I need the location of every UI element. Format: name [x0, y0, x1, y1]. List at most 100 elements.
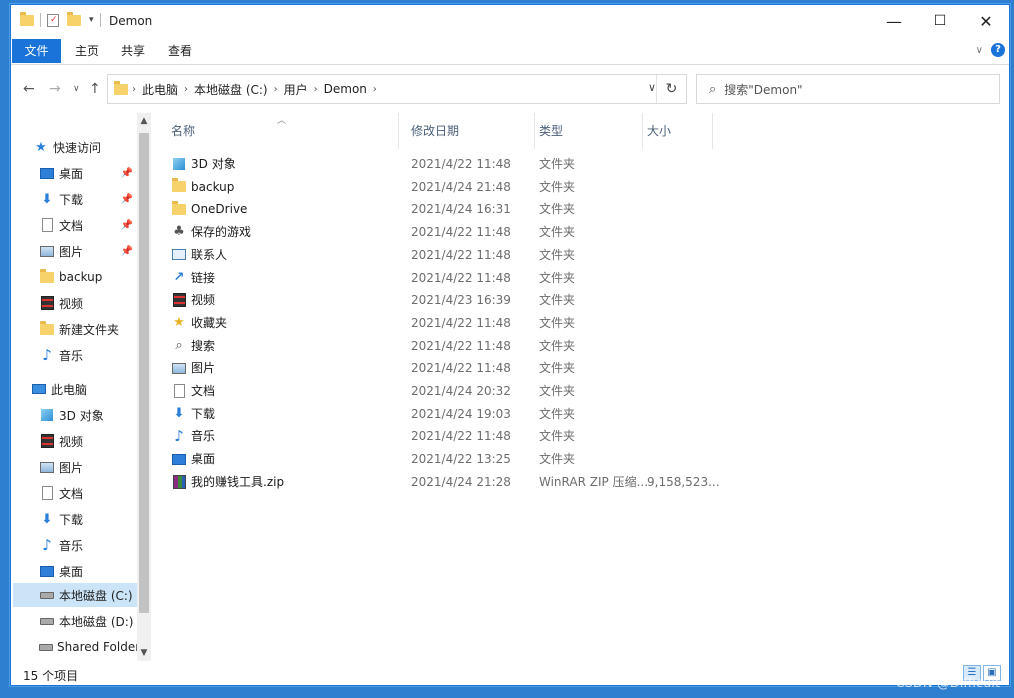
nav-item-pc-videos[interactable]: 视频 [39, 429, 137, 453]
file-row[interactable]: 图片 2021/4/22 11:48 文件夹 [167, 357, 727, 379]
file-modified-date: 2021/4/24 20:32 [411, 384, 511, 398]
maximize-button[interactable]: ☐ [917, 5, 963, 37]
file-name: 图片 [171, 357, 215, 379]
nav-item-pc-desktop[interactable]: 桌面 [39, 559, 137, 583]
properties-icon[interactable]: ✓ [47, 13, 59, 27]
document-icon [41, 218, 53, 232]
file-row[interactable]: 3D 对象 2021/4/22 11:48 文件夹 [167, 153, 727, 175]
pin-icon[interactable]: 📌 [121, 220, 133, 231]
new-folder-icon[interactable] [67, 11, 81, 26]
desktop-icon [172, 453, 186, 465]
nav-item-new-folder[interactable]: 新建文件夹 [39, 317, 137, 341]
file-name-text: 音乐 [191, 429, 216, 444]
breadcrumb-separator-icon[interactable]: › [373, 84, 377, 95]
column-header-type[interactable]: 类型 [535, 113, 643, 149]
file-row[interactable]: ♣ 保存的游戏 2021/4/22 11:48 文件夹 [167, 221, 727, 243]
file-row[interactable]: 桌面 2021/4/22 13:25 文件夹 [167, 448, 727, 470]
file-modified-date: 2021/4/22 11:48 [411, 247, 511, 262]
nav-item-label: 图片 [59, 244, 84, 259]
file-row[interactable]: ♪ 音乐 2021/4/22 11:48 文件夹 [167, 425, 727, 447]
scroll-up-icon[interactable]: ▲ [137, 113, 151, 129]
file-row[interactable]: OneDrive 2021/4/24 16:31 文件夹 [167, 198, 727, 220]
nav-item-pictures[interactable]: 图片 📌 [39, 239, 137, 263]
file-row[interactable]: 视频 2021/4/23 16:39 文件夹 [167, 289, 727, 311]
file-row[interactable]: ↗ 链接 2021/4/22 11:48 文件夹 [167, 267, 727, 289]
close-button[interactable]: ✕ [963, 5, 1009, 37]
nav-item-label: 视频 [59, 296, 84, 311]
file-modified-date: 2021/4/22 11:48 [411, 157, 511, 171]
file-row[interactable]: backup 2021/4/24 21:48 文件夹 [167, 176, 727, 198]
nav-item-label: 文档 [59, 486, 84, 501]
pin-icon[interactable]: 📌 [121, 168, 133, 179]
tab-view[interactable]: 查看 [156, 39, 204, 63]
pin-icon[interactable]: 📌 [121, 246, 133, 257]
nav-scrollbar[interactable]: ▲ ▼ [137, 113, 151, 661]
desktop-icon [40, 565, 54, 577]
nav-item-music[interactable]: ♪ 音乐 [39, 343, 137, 367]
file-modified-date: 2021/4/22 11:48 [411, 338, 511, 353]
breadcrumb-users[interactable]: 用户 [278, 81, 314, 98]
file-row[interactable]: ⌕ 搜索 2021/4/22 11:48 文件夹 [167, 335, 727, 357]
search-box[interactable]: ⌕ 搜索"Demon" [696, 74, 1000, 104]
nav-item-pc-documents[interactable]: 文档 [39, 481, 137, 505]
breadcrumb-this-pc[interactable]: 此电脑 [136, 81, 184, 98]
file-row[interactable]: ⬇ 下载 2021/4/24 19:03 文件夹 [167, 403, 727, 425]
nav-item-label: 本地磁盘 (C:) [59, 588, 133, 603]
help-icon[interactable]: ? [991, 43, 1005, 57]
window-controls: — ☐ ✕ [871, 5, 1009, 37]
nav-item-local-disk-c[interactable]: 本地磁盘 (C:) [13, 583, 137, 607]
nav-item-documents[interactable]: 文档 📌 [39, 213, 137, 237]
column-header-size[interactable]: 大小 [643, 113, 713, 149]
recent-locations-chevron-icon[interactable]: ∨ [73, 84, 80, 94]
nav-item-label: backup [59, 270, 103, 284]
computer-icon [32, 384, 46, 394]
breadcrumb-demon[interactable]: Demon [318, 82, 373, 96]
back-arrow-icon[interactable]: ← [23, 81, 35, 97]
file-row[interactable]: ★ 收藏夹 2021/4/22 11:48 文件夹 [167, 312, 727, 334]
nav-item-videos[interactable]: 视频 [39, 291, 137, 315]
nav-item-pc-pictures[interactable]: 图片 [39, 455, 137, 479]
nav-item-desktop[interactable]: 桌面 📌 [39, 161, 137, 185]
file-name-text: 下载 [191, 406, 216, 421]
music-icon: ♪ [42, 536, 52, 554]
nav-this-pc[interactable]: 此电脑 [31, 377, 137, 401]
nav-item-shared-folders[interactable]: Shared Folders [39, 635, 137, 659]
tab-share[interactable]: 共享 [109, 39, 157, 63]
column-header-name[interactable]: ︿ 名称 [167, 113, 399, 149]
forward-arrow-icon[interactable]: → [49, 81, 61, 97]
minimize-button[interactable]: — [871, 5, 917, 37]
breadcrumb-local-disk-c[interactable]: 本地磁盘 (C:) [188, 81, 274, 98]
file-row[interactable]: 我的赚钱工具.zip 2021/4/24 21:28 WinRAR ZIP 压缩..… [167, 471, 727, 493]
file-row[interactable]: 联系人 2021/4/22 11:48 文件夹 [167, 244, 727, 266]
file-modified-date: 2021/4/22 11:48 [411, 225, 511, 240]
address-dropdown-chevron-icon[interactable]: ∨ [648, 81, 656, 94]
folder-icon [172, 200, 186, 215]
file-name-text: 保存的游戏 [191, 225, 252, 240]
file-type: 文件夹 [539, 406, 576, 421]
nav-item-downloads[interactable]: ⬇ 下载 📌 [39, 187, 137, 211]
scroll-down-icon[interactable]: ▼ [137, 645, 151, 661]
expand-ribbon-icon[interactable]: ∨ [976, 45, 983, 56]
nav-item-3d-objects[interactable]: 3D 对象 [39, 403, 137, 427]
tab-file[interactable]: 文件 [12, 39, 61, 63]
file-type: 文件夹 [539, 270, 576, 285]
nav-item-pc-music[interactable]: ♪ 音乐 [39, 533, 137, 557]
customize-toolbar-icon[interactable]: ▾ [89, 15, 94, 25]
address-bar[interactable]: › 此电脑 › 本地磁盘 (C:) › 用户 › Demon › ∨ ↻ [107, 74, 687, 104]
file-name-text: 图片 [191, 361, 216, 376]
nav-item-pc-downloads[interactable]: ⬇ 下载 [39, 507, 137, 531]
nav-quick-access[interactable]: ★ 快速访问 [33, 135, 151, 159]
folder-icon [20, 11, 34, 26]
up-arrow-icon[interactable]: ↑ [89, 81, 101, 97]
nav-item-backup[interactable]: backup [39, 265, 137, 289]
column-header-date[interactable]: 修改日期 [407, 113, 535, 149]
drive-icon [40, 591, 54, 599]
file-name-text: 我的赚钱工具.zip [191, 474, 285, 489]
tab-home[interactable]: 主页 [63, 39, 111, 63]
pin-icon[interactable]: 📌 [121, 194, 133, 205]
scrollbar-thumb[interactable] [139, 133, 149, 613]
nav-item-local-disk-d[interactable]: 本地磁盘 (D:) [39, 609, 137, 633]
nav-item-label: 3D 对象 [59, 408, 104, 423]
file-row[interactable]: 文档 2021/4/24 20:32 文件夹 [167, 380, 727, 402]
refresh-icon[interactable]: ↻ [656, 75, 686, 103]
